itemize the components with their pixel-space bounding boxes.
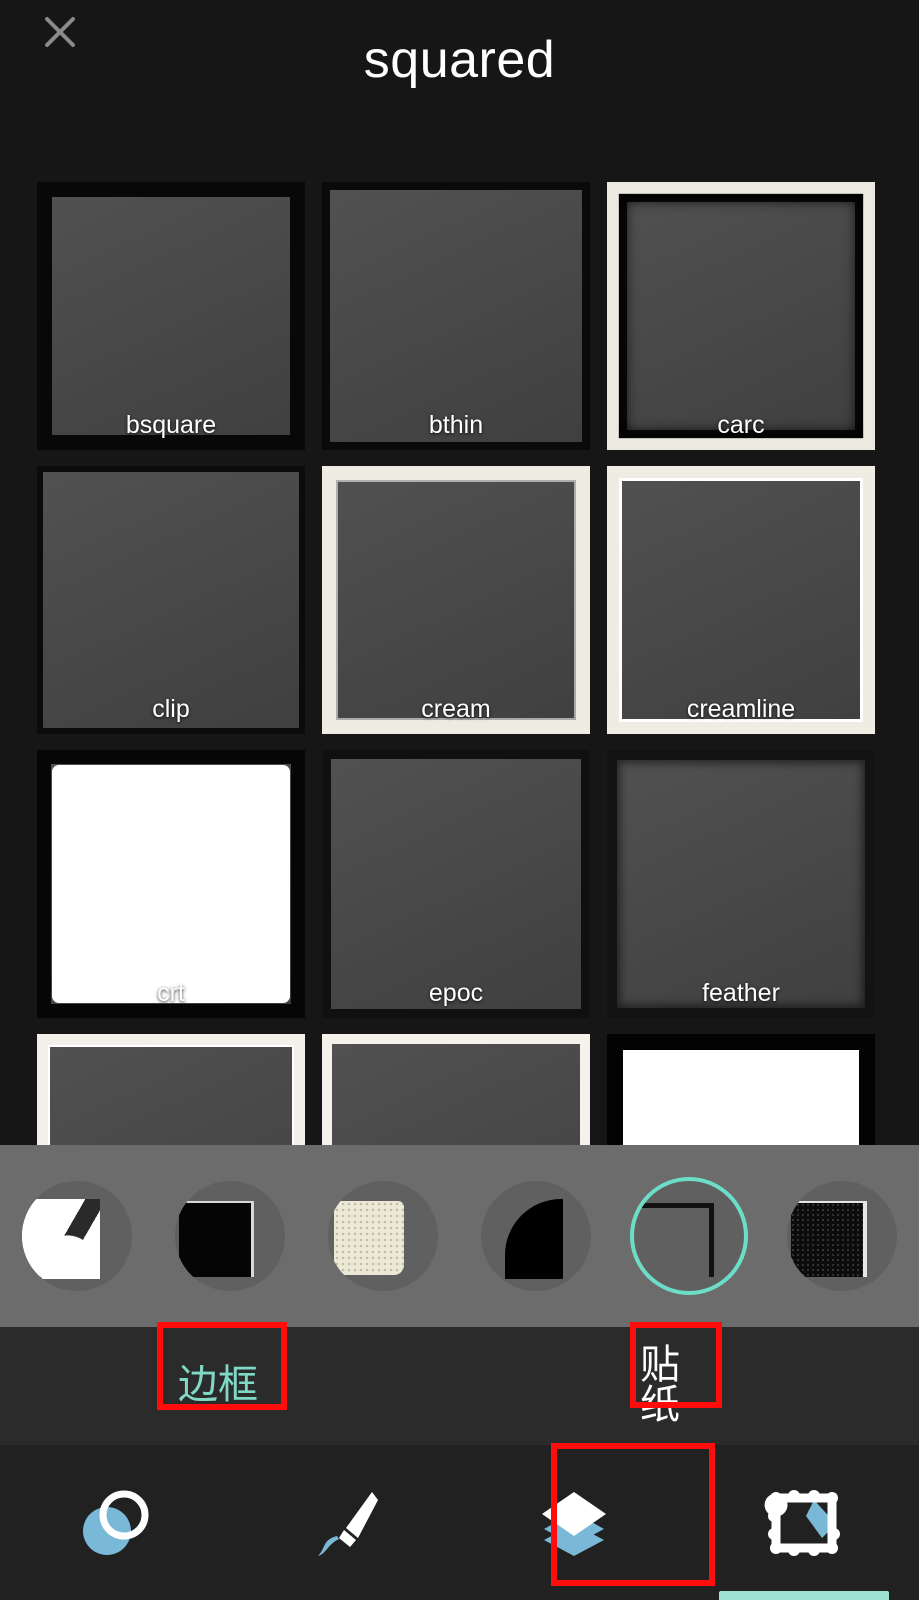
frame-preview — [322, 1034, 590, 1145]
category-item-torn[interactable] — [0, 1145, 153, 1327]
category-thumb — [174, 1181, 285, 1291]
frame-preview — [607, 182, 875, 450]
frame-item-cream[interactable]: cream — [322, 466, 590, 734]
category-thumb — [633, 1181, 744, 1291]
frame-preview — [37, 182, 305, 450]
frame-preview — [37, 1034, 305, 1145]
category-item-curve[interactable] — [459, 1145, 612, 1327]
frame-item-crt[interactable]: crt — [37, 750, 305, 1018]
frame-item-feather[interactable]: feather — [607, 750, 875, 1018]
frame-item-row4-2[interactable] — [322, 1034, 590, 1145]
knit-frame-thumb-icon — [333, 1201, 404, 1275]
frame-item-clip[interactable]: clip — [37, 466, 305, 734]
frame-grid-scroll[interactable]: bsquare bthin carc clip cream creamline … — [0, 145, 919, 1145]
frame-item-row4-3[interactable] — [607, 1034, 875, 1145]
frame-preview — [607, 750, 875, 1018]
square-frame-thumb-icon — [639, 1203, 714, 1277]
toolbar-item-adjust[interactable] — [0, 1445, 230, 1600]
category-thumb — [480, 1181, 591, 1291]
frame-preview — [322, 182, 590, 450]
category-item-black[interactable] — [153, 1145, 306, 1327]
category-item-fabric[interactable] — [765, 1145, 918, 1327]
page-title: squared — [363, 31, 556, 89]
frame-preview — [322, 750, 590, 1018]
frame-white-fill — [623, 1050, 859, 1145]
torn-frame-thumb-icon — [21, 1199, 100, 1279]
category-thumb — [327, 1181, 438, 1291]
tab-frames[interactable]: 边框 — [163, 1352, 273, 1418]
frame-item-row4-1[interactable] — [37, 1034, 305, 1145]
toolbar-item-frame[interactable] — [689, 1445, 919, 1600]
black-frame-thumb-icon — [178, 1201, 254, 1277]
adjust-icon — [76, 1484, 154, 1562]
mode-tab-bar: 边框 贴纸 — [0, 1327, 919, 1445]
frame-white-fill — [53, 766, 289, 1002]
bottom-toolbar — [0, 1445, 919, 1600]
frame-item-bsquare[interactable]: bsquare — [37, 182, 305, 450]
category-item-squared-selected[interactable] — [612, 1145, 765, 1327]
frame-preview — [322, 466, 590, 734]
curve-frame-thumb-icon — [491, 1199, 563, 1279]
toolbar-item-brush[interactable] — [230, 1445, 460, 1600]
frame-item-creamline[interactable]: creamline — [607, 466, 875, 734]
category-thumb — [21, 1181, 132, 1291]
frame-grid: bsquare bthin carc clip cream creamline … — [0, 145, 919, 1145]
frame-item-carc[interactable]: carc — [607, 182, 875, 450]
category-thumb — [786, 1181, 897, 1291]
frame-preview — [37, 466, 305, 734]
frame-item-epoc[interactable]: epoc — [322, 750, 590, 1018]
category-item-knit[interactable] — [306, 1145, 459, 1327]
fabric-frame-thumb-icon — [790, 1201, 867, 1277]
layers-icon — [532, 1484, 616, 1562]
active-tool-indicator — [719, 1591, 890, 1600]
frame-preview — [607, 466, 875, 734]
toolbar-item-layers[interactable] — [460, 1445, 690, 1600]
brush-icon — [306, 1484, 384, 1562]
frame-picker-screen: squared bsquare bthin carc clip cream cr… — [0, 0, 919, 1600]
tab-stickers[interactable]: 贴纸 — [640, 1345, 710, 1425]
frame-icon — [762, 1484, 846, 1562]
frame-item-bthin[interactable]: bthin — [322, 182, 590, 450]
header: squared — [0, 0, 919, 145]
frame-category-strip[interactable] — [0, 1145, 919, 1327]
